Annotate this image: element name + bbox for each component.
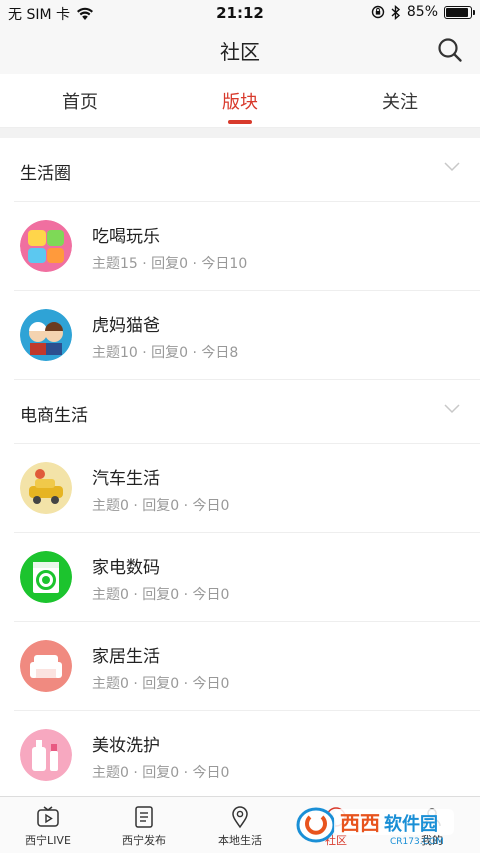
tab-home[interactable]: 首页 <box>0 74 160 127</box>
tab-label: 版块 <box>222 92 258 113</box>
tab-label: 首页 <box>62 92 98 113</box>
status-right: 85% <box>371 4 475 20</box>
bottom-tab-local-life[interactable]: 本地生活 <box>192 797 288 853</box>
chevron-down-icon <box>444 162 460 172</box>
board-stats: 主题0 · 回复0 · 今日0 <box>92 676 230 692</box>
svg-text:软件园: 软件园 <box>384 813 438 835</box>
avatar <box>20 729 72 781</box>
section-title: 电商生活 <box>20 406 88 426</box>
document-icon <box>135 806 153 828</box>
bottom-tab-bar: 西宁LIVE 西宁发布 本地生活 社区 我的 西西 软件园 CR173.COM <box>0 796 480 853</box>
section-divider <box>0 128 480 138</box>
page-title: 社区 <box>220 40 260 64</box>
chevron-down-icon <box>444 404 460 414</box>
sofa-icon <box>20 640 72 692</box>
nav-bar: 社区 <box>0 26 480 74</box>
section-header-life-circle[interactable]: 生活圈 <box>14 138 480 202</box>
bluetooth-icon <box>391 4 400 20</box>
section-header-ecommerce[interactable]: 电商生活 <box>14 380 480 444</box>
battery-level <box>446 7 469 17</box>
avatar <box>20 309 72 361</box>
search-button[interactable] <box>436 36 464 64</box>
section-title: 生活圈 <box>20 164 71 184</box>
avatar <box>20 220 72 272</box>
list-item[interactable]: 吃喝玩乐 主题15 · 回复0 · 今日10 <box>14 202 480 291</box>
list-item[interactable]: 汽车生活 主题0 · 回复0 · 今日0 <box>14 444 480 533</box>
bottom-tab-label: 西宁LIVE <box>25 834 71 847</box>
svg-text:CR173.COM: CR173.COM <box>390 837 444 847</box>
bottom-tab-xining-live[interactable]: 西宁LIVE <box>0 797 96 853</box>
board-title: 家居生活 <box>92 647 160 667</box>
board-title: 虎妈猫爸 <box>92 316 160 336</box>
svg-text:西西: 西西 <box>340 811 380 835</box>
board-title: 美妆洗护 <box>92 736 160 756</box>
watermark-logo: 西西 软件园 CR173.COM <box>296 807 454 847</box>
list-item[interactable]: 美妆洗护 主题0 · 回复0 · 今日0 <box>14 711 480 796</box>
tab-label: 关注 <box>382 92 418 113</box>
washing-machine-icon <box>20 551 72 603</box>
avatar <box>20 551 72 603</box>
location-pin-icon <box>232 806 248 829</box>
board-stats: 主题0 · 回复0 · 今日0 <box>92 765 230 781</box>
family-cartoon-icon <box>20 309 72 361</box>
active-tab-indicator <box>228 120 252 124</box>
top-tabs: 首页 版块 关注 <box>0 74 480 128</box>
board-title: 汽车生活 <box>92 469 160 489</box>
list-item[interactable]: 家电数码 主题0 · 回复0 · 今日0 <box>14 533 480 622</box>
bottom-tab-xining-release[interactable]: 西宁发布 <box>96 797 192 853</box>
board-title: 吃喝玩乐 <box>92 227 160 247</box>
list-item[interactable]: 虎妈猫爸 主题10 · 回复0 · 今日8 <box>14 291 480 380</box>
battery-percent: 85% <box>406 4 438 20</box>
tv-icon <box>37 806 59 827</box>
car-icon <box>20 462 72 514</box>
board-stats: 主题0 · 回复0 · 今日0 <box>92 498 230 514</box>
cosmetics-icon <box>20 729 72 781</box>
board-stats: 主题15 · 回复0 · 今日10 <box>92 256 248 272</box>
board-stats: 主题10 · 回复0 · 今日8 <box>92 345 239 361</box>
tab-boards[interactable]: 版块 <box>160 74 320 127</box>
orientation-lock-icon <box>371 5 385 19</box>
avatar <box>20 462 72 514</box>
board-list: 生活圈 吃喝玩乐 主题15 · 回复0 · 今日10 虎妈猫爸 主题10 · 回… <box>0 138 480 796</box>
board-stats: 主题0 · 回复0 · 今日0 <box>92 587 230 603</box>
tab-following[interactable]: 关注 <box>320 74 480 127</box>
list-item[interactable]: 家居生活 主题0 · 回复0 · 今日0 <box>14 622 480 711</box>
search-icon <box>438 38 462 62</box>
bottom-tab-label: 西宁发布 <box>122 834 166 847</box>
eat-drink-play-icon <box>20 220 72 272</box>
status-bar: 无 SIM 卡 21:12 85% <box>0 0 480 26</box>
board-title: 家电数码 <box>92 558 160 578</box>
avatar <box>20 640 72 692</box>
bottom-tab-label: 本地生活 <box>218 834 262 847</box>
battery-icon <box>444 5 475 19</box>
